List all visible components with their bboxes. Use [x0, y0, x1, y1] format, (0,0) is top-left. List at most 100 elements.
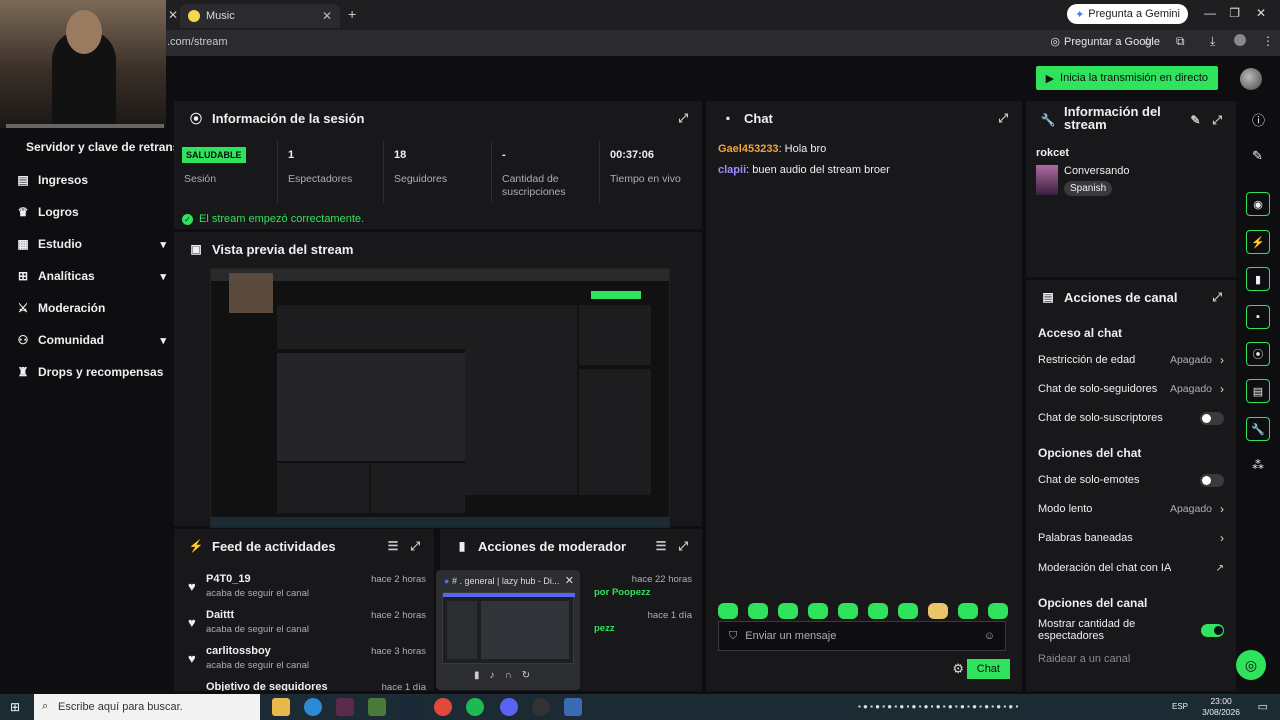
- taskbar-clock[interactable]: 23:00 3/08/2026: [1202, 696, 1240, 718]
- taskbar-search[interactable]: ⌕ Escribe aquí para buscar.: [34, 694, 260, 720]
- raid-row[interactable]: Raidear a un canal: [1038, 649, 1224, 669]
- emoji-icon[interactable]: ☺: [984, 630, 995, 642]
- tray-icons[interactable]: ▪ ● ▪ ● ▪ ● ▪ ● ▪ ● ▪ ● ▪ ● ▪ ● ▪ ● ▪ ● …: [858, 702, 1018, 711]
- emote-icon[interactable]: [808, 603, 828, 619]
- emote-icon[interactable]: [718, 603, 738, 619]
- popup-thumbnail[interactable]: [442, 592, 575, 664]
- chat-send-button[interactable]: Chat: [966, 659, 1010, 679]
- go-live-button[interactable]: ▶ Inicia la transmisión en directo: [1035, 66, 1218, 90]
- chat-input[interactable]: ⛉ Enviar un mensaje ☺: [718, 621, 1006, 651]
- headphones-icon[interactable]: ∩: [505, 670, 512, 681]
- browser-menu-icon[interactable]: ⋮: [1262, 34, 1274, 48]
- age-restriction-row[interactable]: Restricción de edad Apagado ›: [1038, 350, 1224, 370]
- gear-icon[interactable]: ⚙: [952, 661, 964, 677]
- emote-icon[interactable]: [868, 603, 888, 619]
- rail-broadcast-icon[interactable]: ⦿: [1246, 342, 1270, 366]
- profile-avatar[interactable]: [1234, 34, 1246, 46]
- stream-tag[interactable]: Spanish: [1064, 181, 1113, 196]
- obs-icon[interactable]: [532, 698, 550, 716]
- popout-icon[interactable]: ⤢: [1212, 113, 1222, 128]
- stream-category[interactable]: Conversando: [1064, 165, 1129, 177]
- emote-icon[interactable]: [928, 603, 948, 619]
- emote-icon[interactable]: [838, 603, 858, 619]
- steam-icon[interactable]: [400, 698, 418, 716]
- feed-username[interactable]: carlitossboy: [206, 645, 271, 657]
- disconnect-icon[interactable]: ↻: [522, 670, 530, 681]
- discord-icon[interactable]: [500, 698, 518, 716]
- followers-only-row[interactable]: Chat de solo-seguidores Apagado ›: [1038, 379, 1224, 399]
- minecraft-icon[interactable]: [368, 698, 386, 716]
- rail-clipboard-icon[interactable]: ▮: [1246, 267, 1270, 291]
- rail-tools-icon[interactable]: ▤: [1246, 379, 1270, 403]
- sidebar-item-drops[interactable]: ♜ Drops y recompensas: [16, 362, 166, 382]
- window-close-icon[interactable]: ✕: [1256, 6, 1266, 20]
- subs-only-toggle[interactable]: [1200, 411, 1224, 425]
- download-icon[interactable]: ⤓: [1210, 34, 1215, 49]
- rail-chat-icon[interactable]: ▪: [1246, 305, 1270, 329]
- vpn-icon[interactable]: [564, 698, 582, 716]
- rail-wrench-icon[interactable]: 🔧: [1246, 417, 1270, 441]
- popout-icon[interactable]: ⤢: [678, 111, 688, 126]
- url-field[interactable]: .com/stream: [167, 36, 228, 48]
- discord-preview-popup[interactable]: ● # . general | lazy hub - Di... ✕ ▮ ♪ ∩…: [436, 570, 580, 690]
- chat-username[interactable]: clapii: [718, 164, 746, 176]
- emotes-only-toggle[interactable]: [1200, 473, 1224, 487]
- file-explorer-icon[interactable]: [272, 698, 290, 716]
- minimize-icon[interactable]: —: [1204, 6, 1216, 20]
- browser-tab[interactable]: Music ✕: [180, 4, 340, 28]
- bookmark-star-icon[interactable]: ☆: [1142, 34, 1156, 48]
- sidebar-item-analiticas[interactable]: ⊞ Analíticas ▾: [16, 266, 166, 286]
- new-tab-icon[interactable]: +: [348, 6, 356, 22]
- windows-start-icon[interactable]: ⊞: [10, 700, 20, 714]
- rail-lightning-icon[interactable]: ⚡: [1246, 230, 1270, 254]
- app-icon[interactable]: [336, 698, 354, 716]
- user-avatar[interactable]: [1240, 68, 1262, 90]
- maximize-icon[interactable]: ❐: [1229, 6, 1240, 20]
- chat-username[interactable]: Gael453233: [718, 143, 779, 155]
- camera-icon[interactable]: ▮: [474, 670, 480, 681]
- ask-gemini-button[interactable]: ✦ Pregunta a Gemini: [1067, 4, 1188, 24]
- spotify-icon[interactable]: [466, 698, 484, 716]
- feed-username[interactable]: P4T0_19: [206, 573, 251, 585]
- popout-icon[interactable]: ⤢: [410, 539, 420, 554]
- pencil-icon[interactable]: ✎: [1252, 148, 1263, 164]
- popout-icon[interactable]: ⤢: [998, 111, 1008, 126]
- feed-username[interactable]: Daittt: [206, 609, 234, 621]
- close-icon[interactable]: ✕: [322, 9, 332, 23]
- emote-icon[interactable]: [748, 603, 768, 619]
- banned-words-row[interactable]: Palabras baneadas ›: [1038, 528, 1224, 548]
- extensions-icon[interactable]: ⧉: [1176, 34, 1185, 49]
- slow-mode-row[interactable]: Modo lento Apagado ›: [1038, 499, 1224, 519]
- filter-icon[interactable]: ☰: [388, 539, 399, 554]
- edge-icon[interactable]: [304, 698, 322, 716]
- ai-moderation-row[interactable]: Moderación del chat con IA ↗: [1038, 558, 1224, 578]
- popout-icon[interactable]: ⤢: [1212, 290, 1222, 305]
- emote-icon[interactable]: [778, 603, 798, 619]
- emote-icon[interactable]: [898, 603, 918, 619]
- stream-preview-video[interactable]: [210, 268, 670, 528]
- sidebar-item-moderacion[interactable]: ⚔ Moderación: [16, 298, 166, 318]
- category-thumbnail[interactable]: [1036, 165, 1058, 195]
- sidebar-title[interactable]: Servidor y clave de retransn: [26, 140, 187, 154]
- sidebar-item-estudio[interactable]: ▦ Estudio ▾: [16, 234, 166, 254]
- emote-icon[interactable]: [958, 603, 978, 619]
- filter-icon[interactable]: ☰: [656, 539, 667, 554]
- close-icon[interactable]: ✕: [565, 574, 574, 587]
- mic-icon[interactable]: ♪: [490, 670, 495, 681]
- chrome-icon[interactable]: [434, 698, 452, 716]
- help-button[interactable]: ◎: [1236, 650, 1266, 680]
- show-viewers-toggle[interactable]: [1200, 623, 1224, 637]
- language-indicator[interactable]: ESP: [1172, 702, 1188, 711]
- sidebar-item-comunidad[interactable]: ⚇ Comunidad ▾: [16, 330, 166, 350]
- apps-icon[interactable]: ⁂: [1252, 458, 1264, 472]
- edit-icon[interactable]: ✎: [1190, 113, 1200, 128]
- sidebar-item-logros[interactable]: ♛ Logros: [16, 202, 166, 222]
- notification-icon[interactable]: ▭: [1258, 700, 1268, 713]
- close-tab-icon[interactable]: ✕: [168, 8, 178, 22]
- emotes-only-row: Chat de solo-emotes: [1038, 470, 1224, 490]
- popout-icon[interactable]: ⤢: [678, 539, 688, 554]
- sidebar-item-ingresos[interactable]: ▤ Ingresos: [16, 170, 166, 190]
- info-icon[interactable]: ⓘ: [1252, 110, 1265, 129]
- rail-focus-icon[interactable]: ◉: [1246, 192, 1270, 216]
- emote-icon[interactable]: [988, 603, 1008, 619]
